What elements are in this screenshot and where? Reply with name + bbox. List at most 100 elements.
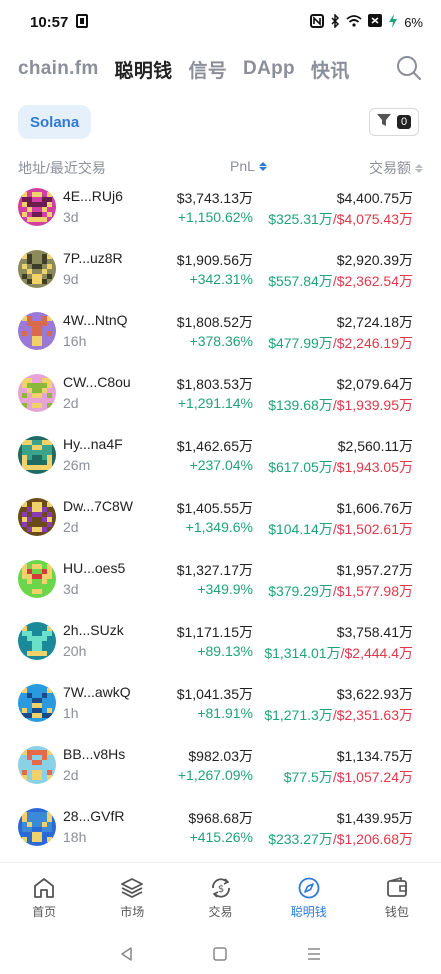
svg-text:$: $ <box>217 884 223 895</box>
wallet-pnl-value: $1,803.53万 <box>176 376 253 392</box>
wallet-avatar <box>18 498 56 536</box>
home-icon <box>31 875 57 901</box>
wallet-pnl-value: $1,462.65万 <box>176 438 253 454</box>
bottom-nav-smart-money[interactable]: 聪明钱 <box>265 863 353 926</box>
wallet-pnl-value: $3,743.13万 <box>176 190 253 206</box>
layers-icon <box>119 875 145 901</box>
wallet-avatar <box>18 746 56 784</box>
wallet-volume: $2,724.18万 <box>336 314 413 330</box>
wallet-pnl-percent: +415.26% <box>189 829 253 845</box>
wallet-row[interactable]: 28...GVfR 18h $968.68万 +415.26% $1,439.9… <box>0 800 441 862</box>
menu-lines-icon[interactable] <box>305 945 323 963</box>
swap-icon: $ <box>208 875 234 901</box>
search-icon[interactable] <box>395 54 423 82</box>
wallet-row[interactable]: 4W...NtnQ 16h $1,808.52万 +378.36% $2,724… <box>0 304 441 366</box>
home-square-icon[interactable] <box>211 945 229 963</box>
column-headers: 地址/最近交易 PnL 交易额 <box>18 158 423 178</box>
wallet-volume: $1,134.75万 <box>336 748 413 764</box>
wallet-row[interactable]: 4E...RUj6 3d $3,743.13万 +1,150.62% $4,40… <box>0 180 441 242</box>
wallet-sell-volume: $1,943.05万 <box>336 459 413 475</box>
wallet-row[interactable]: Dw...7C8W 2d $1,405.55万 +1,349.6% $1,606… <box>0 490 441 552</box>
wallet-sell-volume: $2,362.54万 <box>336 273 413 289</box>
wallet-buy-sell: $557.84万/$2,362.54万 <box>268 271 413 291</box>
wallet-icon <box>384 875 410 901</box>
filter-count-badge: 0 <box>396 115 412 129</box>
wallet-address: 7W...awkQ <box>63 684 131 700</box>
wallet-row[interactable]: Hy...na4F 26m $1,462.65万 +237.04% $2,560… <box>0 428 441 490</box>
wallet-avatar <box>18 436 56 474</box>
wallet-last-trade: 26m <box>63 457 91 473</box>
wallet-address: 4E...RUj6 <box>63 188 123 204</box>
wallet-last-trade: 20h <box>63 643 87 659</box>
wallet-pnl-value: $1,327.17万 <box>176 562 253 578</box>
wallet-address: 4W...NtnQ <box>63 312 128 328</box>
wallet-avatar <box>18 188 56 226</box>
wallet-row[interactable]: 7W...awkQ 1h $1,041.35万 +81.91% $3,622.9… <box>0 676 441 738</box>
wallet-row[interactable]: CW...C8ou 2d $1,803.53万 +1,291.14% $2,07… <box>0 366 441 428</box>
wallet-sell-volume: $4,075.43万 <box>336 211 413 227</box>
bluetooth-icon <box>330 12 340 31</box>
sim-icon <box>76 13 89 31</box>
filter-icon <box>376 113 391 131</box>
wallet-pnl-percent: +342.31% <box>189 271 253 287</box>
wallet-sell-volume: $1,057.24万 <box>336 769 413 785</box>
wallet-address: BB...v8Hs <box>63 746 126 762</box>
wallet-row[interactable]: 2h...SUzk 20h $1,171.15万 +89.13% $3,758.… <box>0 614 441 676</box>
no-sim-icon <box>368 14 383 30</box>
wallet-address: Dw...7C8W <box>63 498 134 514</box>
wallet-buy-volume: $557.84万 <box>268 273 333 289</box>
filter-button[interactable]: 0 <box>369 108 419 136</box>
wallet-volume: $1,606.76万 <box>336 500 413 516</box>
chain-selector-solana[interactable]: Solana <box>18 105 92 139</box>
wallet-last-trade: 9d <box>63 271 79 287</box>
sort-icon <box>415 163 423 173</box>
tab-chain-fm[interactable]: chain.fm <box>18 58 99 80</box>
wallet-buy-sell: $77.5万/$1,057.24万 <box>284 767 413 787</box>
wallet-sell-volume: $1,577.98万 <box>336 583 413 599</box>
tab-dapp[interactable]: DApp <box>243 58 295 80</box>
col-header-volume[interactable]: 交易额 <box>369 158 423 178</box>
back-icon[interactable] <box>118 945 136 963</box>
wallet-last-trade: 2d <box>63 767 79 783</box>
wallet-pnl-percent: +1,349.6% <box>185 519 253 535</box>
wallet-last-trade: 16h <box>63 333 87 349</box>
bottom-nav-wallet-label: 钱包 <box>384 905 409 919</box>
wifi-icon <box>346 14 362 30</box>
wallet-sell-volume: $1,206.68万 <box>336 831 413 847</box>
wallet-volume: $3,758.41万 <box>336 624 413 640</box>
wallet-pnl-percent: +237.04% <box>189 457 253 473</box>
wallet-volume: $3,622.93万 <box>336 686 413 702</box>
wallet-volume: $4,400.75万 <box>336 190 413 206</box>
col-header-address: 地址/最近交易 <box>18 160 106 176</box>
wallet-buy-volume: $139.68万 <box>268 397 333 413</box>
bottom-nav-market[interactable]: 市场 <box>88 863 176 926</box>
wallet-pnl-percent: +1,150.62% <box>177 209 253 225</box>
chain-filter-row: Solana 0 <box>18 105 423 139</box>
wallet-avatar <box>18 374 56 412</box>
bottom-nav-trade[interactable]: $ 交易 <box>176 863 264 926</box>
wallet-row[interactable]: HU...oes5 3d $1,327.17万 +349.9% $1,957.2… <box>0 552 441 614</box>
tab-signals[interactable]: 信号 <box>188 56 227 83</box>
wallet-list: 4E...RUj6 3d $3,743.13万 +1,150.62% $4,40… <box>0 180 441 862</box>
wallet-buy-sell: $325.31万/$4,075.43万 <box>268 209 413 229</box>
wallet-pnl-percent: +349.9% <box>197 581 253 597</box>
col-header-volume-label: 交易额 <box>369 160 411 176</box>
col-header-pnl[interactable]: PnL <box>230 158 267 174</box>
wallet-last-trade: 2d <box>63 519 79 535</box>
bottom-nav: 首页 市场 $ 交易 聪明钱 钱包 <box>0 862 441 926</box>
wallet-pnl-value: $1,909.56万 <box>176 252 253 268</box>
wallet-pnl-percent: +378.36% <box>189 333 253 349</box>
bottom-nav-wallet[interactable]: 钱包 <box>353 863 441 926</box>
tab-smart-money[interactable]: 聪明钱 <box>115 56 173 83</box>
wallet-buy-volume: $477.99万 <box>268 335 333 351</box>
wallet-row[interactable]: 7P...uz8R 9d $1,909.56万 +342.31% $2,920.… <box>0 242 441 304</box>
wallet-address: CW...C8ou <box>63 374 131 390</box>
wallet-buy-sell: $104.14万/$1,502.61万 <box>268 519 413 539</box>
wallet-avatar <box>18 684 56 722</box>
bottom-nav-home[interactable]: 首页 <box>0 863 88 926</box>
tab-news[interactable]: 快讯 <box>311 56 350 83</box>
wallet-buy-volume: $617.05万 <box>268 459 333 475</box>
wallet-volume: $2,079.64万 <box>336 376 413 392</box>
wallet-pnl-percent: +1,267.09% <box>177 767 253 783</box>
wallet-row[interactable]: BB...v8Hs 2d $982.03万 +1,267.09% $1,134.… <box>0 738 441 800</box>
